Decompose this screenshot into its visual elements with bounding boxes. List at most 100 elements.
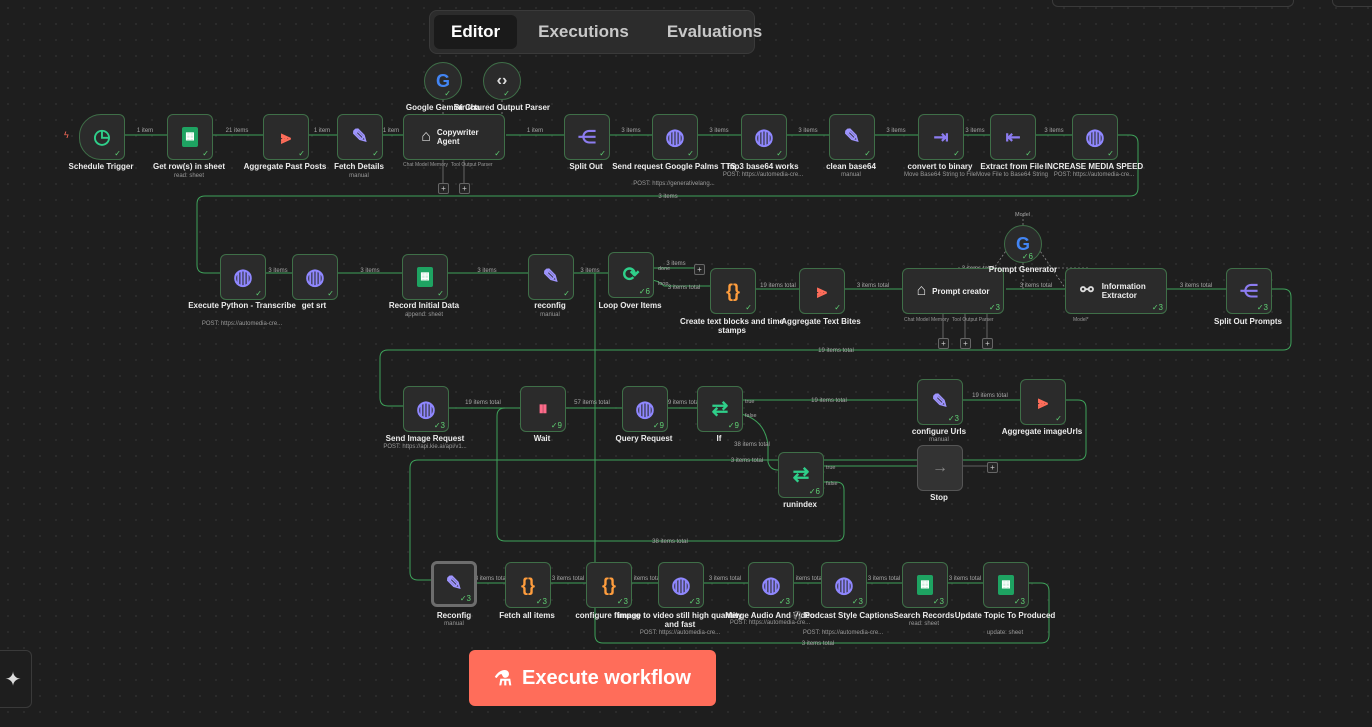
node-subtitle: append: sheet — [404, 312, 444, 318]
edge-label: 19 items total — [811, 398, 847, 404]
sheets-icon: ▦ — [182, 127, 198, 147]
node-configure-urls[interactable]: ✎ ✓3 — [917, 379, 963, 425]
edge-label: 3 items total — [709, 576, 741, 582]
sheets-icon: ▦ — [917, 575, 933, 595]
add-subnode-button[interactable]: + — [982, 338, 993, 349]
edge-label: 3 items total — [868, 576, 900, 582]
node-information-extractor[interactable]: ⚯ Information Extractor ✓3 — [1065, 268, 1167, 314]
edge-label: 3 items — [580, 268, 599, 274]
node-podcast-captions[interactable]: ◍ ✓3 — [821, 562, 867, 608]
svg-text:loop: loop — [658, 281, 668, 287]
edge-label: 3 items — [965, 128, 984, 134]
execute-workflow-button[interactable]: ⚗ Execute workflow — [469, 650, 716, 706]
node-send-request-tts[interactable]: ◍ ✓ — [652, 114, 698, 160]
node-increase-media-speed[interactable]: ◍ ✓ — [1072, 114, 1118, 160]
node-clean-base64[interactable]: ✎ ✓ — [829, 114, 875, 160]
add-subnode-button[interactable]: + — [438, 183, 449, 194]
node-prompt-generator[interactable]: G ✓6 — [1004, 225, 1042, 263]
node-label: Loop Over Items — [598, 301, 662, 310]
if-icon: ⇄ — [792, 464, 810, 486]
add-subnode-button[interactable]: + — [459, 183, 470, 194]
node-record-initial-data[interactable]: ▦ ✓ — [402, 254, 448, 300]
node-stop[interactable]: → — [917, 445, 963, 491]
add-subnode-button[interactable]: + — [960, 338, 971, 349]
split-icon: ⋲ — [578, 127, 596, 147]
pen-icon: ✎ — [351, 126, 369, 148]
node-fetch-all-items[interactable]: {} ✓3 — [505, 562, 551, 608]
node-split-out[interactable]: ⋲ ✓ — [564, 114, 610, 160]
edge-label: 21 items — [226, 128, 249, 134]
node-reconfig-selected[interactable]: ✎ ✓3 — [431, 561, 477, 607]
edge-label: 19 items total — [760, 283, 796, 289]
node-fetch-details[interactable]: ✎ ✓ — [337, 114, 383, 160]
aggregate-icon: ⫸ — [1037, 392, 1049, 412]
node-inline-label: Information Extractor — [1101, 282, 1146, 300]
node-subtitle: POST: https://api.kie.ai/api/v1... — [383, 444, 467, 450]
node-schedule-trigger[interactable]: ◷ ✓ — [79, 114, 125, 160]
node-subtitle: manual — [929, 437, 949, 443]
node-subtitle: manual — [444, 621, 464, 627]
node-runindex[interactable]: ⇄ ✓6 — [778, 452, 824, 498]
node-reconfig[interactable]: ✎ ✓ — [528, 254, 574, 300]
sheets-icon: ▦ — [998, 575, 1014, 595]
add-node-button[interactable]: + — [987, 462, 998, 473]
node-extract-from-file[interactable]: ⇤ ✓ — [990, 114, 1036, 160]
braces-icon: {} — [725, 281, 740, 301]
node-create-text-blocks[interactable]: {} ✓ — [710, 268, 756, 314]
node-panel-button[interactable]: ✦ — [0, 650, 32, 708]
node-prompt-creator[interactable]: ⌂ Prompt creator ✓3 — [902, 268, 1004, 314]
node-loop-over-items[interactable]: ⟳ ✓6 — [608, 252, 654, 298]
node-inline-label: Prompt creator — [932, 286, 990, 296]
tab-editor[interactable]: Editor — [434, 15, 518, 49]
node-convert-to-binary[interactable]: ⇥ ✓ — [918, 114, 964, 160]
node-aggregate-imageurls[interactable]: ⫸ ✓ — [1020, 379, 1066, 425]
edge-label: 19 items total — [465, 400, 501, 406]
tab-executions[interactable]: Executions — [521, 15, 646, 49]
node-send-image-request[interactable]: ◍ ✓3 — [403, 386, 449, 432]
edge-label: 3 items — [621, 128, 640, 134]
node-mp3-base64[interactable]: ◍ ✓ — [741, 114, 787, 160]
edge-label: 3 items — [798, 128, 817, 134]
top-right-button[interactable] — [1332, 0, 1372, 7]
node-execute-python[interactable]: ◍ ✓ — [220, 254, 266, 300]
node-get-srt[interactable]: ◍ ✓ — [292, 254, 338, 300]
file-arrow-icon: ⇥ — [933, 127, 949, 147]
execute-workflow-label: Execute workflow — [522, 666, 691, 689]
node-configure-ffmpeg[interactable]: {} ✓3 — [586, 562, 632, 608]
edge-label: 3 items — [1044, 128, 1063, 134]
node-image-to-video[interactable]: ◍ ✓3 — [658, 562, 704, 608]
robot-icon: ⌂ — [916, 282, 927, 299]
add-node-button[interactable]: + — [694, 264, 705, 275]
node-structured-output-parser[interactable]: ‹› ✓ — [483, 62, 521, 100]
node-copywriter-agent[interactable]: ⌂ Copywriter Agent ✓ — [403, 114, 505, 160]
edge-label: 19 items total — [818, 348, 854, 354]
node-subtitle: POST: https://automedia-cre... — [639, 630, 721, 636]
globe-icon: ◍ — [305, 264, 325, 289]
edge-label: 1 item — [137, 128, 153, 134]
node-aggregate-text-bites[interactable]: ⫸ ✓ — [799, 268, 845, 314]
node-update-topic[interactable]: ▦ ✓3 — [983, 562, 1029, 608]
node-split-out-prompts[interactable]: ⋲ ✓3 — [1226, 268, 1272, 314]
node-wait[interactable]: ⏸ ✓9 — [520, 386, 566, 432]
node-google-gemini-chat[interactable]: G ✓ — [424, 62, 462, 100]
edge-label: 3 items total — [668, 285, 700, 291]
edge-label: 3 items total — [629, 576, 661, 582]
node-merge-audio-video[interactable]: ◍ ✓3 — [748, 562, 794, 608]
workflow-canvas[interactable]: 1 item 21 items 1 item 1 item 1 item 3 i… — [0, 0, 1372, 727]
sheets-icon: ▦ — [417, 267, 433, 287]
edge-label: 3 items total — [552, 576, 584, 582]
node-aggregate-past-posts[interactable]: ⫸ ✓ — [263, 114, 309, 160]
edge-label: 3 items total — [949, 576, 981, 582]
tab-evaluations[interactable]: Evaluations — [650, 15, 779, 49]
node-if[interactable]: ⇄ ✓9 — [697, 386, 743, 432]
edge-label: 3 items — [477, 268, 496, 274]
node-search-records[interactable]: ▦ ✓3 — [902, 562, 948, 608]
edge-label: 3 items total — [475, 576, 507, 582]
pen-icon: ✎ — [931, 391, 949, 413]
add-subnode-button[interactable]: + — [938, 338, 949, 349]
edge-label: 3 items total — [791, 576, 823, 582]
node-get-rows[interactable]: ▦ ✓ — [167, 114, 213, 160]
edge-label: 3 items total — [1020, 283, 1052, 289]
node-query-request[interactable]: ◍ ✓9 — [622, 386, 668, 432]
node-subtitle: manual — [540, 312, 560, 318]
